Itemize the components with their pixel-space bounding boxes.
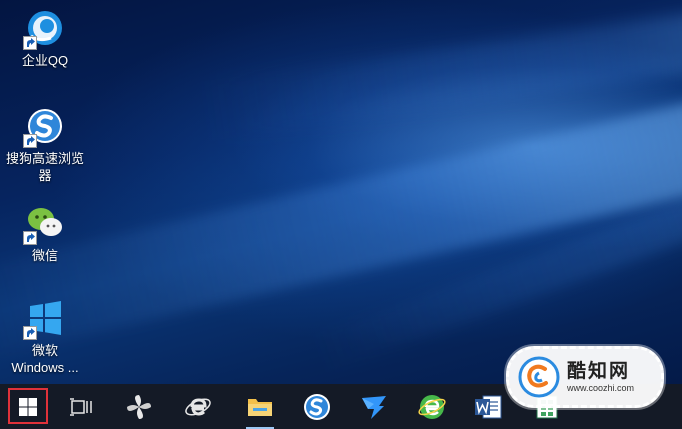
qq-icon <box>23 8 65 50</box>
light-beam <box>198 0 682 142</box>
shortcut-arrow-icon <box>23 231 37 245</box>
desktop-icon-microsoft-windows[interactable]: 微软 Windows ... <box>0 298 90 376</box>
coozhi-logo-icon <box>518 356 560 398</box>
taskbar-app-pinwheel[interactable] <box>115 384 163 429</box>
taskbar-dingtalk[interactable] <box>350 384 398 429</box>
sogou-browser-icon <box>304 393 330 420</box>
desktop-background: 企业QQ 搜狗高速浏览 器 微信 微软 Windows ... <box>0 0 682 384</box>
taskbar-sogou-browser[interactable] <box>293 384 341 429</box>
folder-icon <box>248 398 272 416</box>
dingtalk-icon <box>362 395 386 419</box>
shortcut-arrow-icon <box>23 134 37 148</box>
taskbar-file-explorer[interactable] <box>236 384 284 429</box>
internet-explorer-icon <box>185 397 211 416</box>
desktop-icon-label: 微信 <box>31 248 58 263</box>
shortcut-arrow-icon <box>23 36 37 50</box>
word-icon <box>475 395 502 418</box>
shortcut-arrow-icon <box>23 326 37 340</box>
desktop-icon-label: 搜狗高速浏览 器 <box>5 151 84 183</box>
watermark-title: 酷知网 <box>567 360 631 382</box>
taskbar-internet-explorer[interactable] <box>174 384 222 429</box>
windows-logo-icon <box>23 298 65 340</box>
task-view-button[interactable] <box>58 384 106 429</box>
desktop-icon-sogou-browser[interactable]: 搜狗高速浏览 器 <box>0 106 90 184</box>
wechat-icon <box>23 203 65 245</box>
task-view-icon <box>70 397 92 416</box>
light-beam <box>0 91 682 359</box>
pinwheel-icon <box>127 394 151 419</box>
desktop-icon-qq[interactable]: 企业QQ <box>0 8 90 69</box>
sogou-browser-icon <box>23 106 65 148</box>
taskbar-360-browser[interactable] <box>408 384 456 429</box>
desktop-icon-label: 企业QQ <box>21 53 69 68</box>
360-browser-icon <box>418 394 446 419</box>
watermark-url: www.coozhi.com <box>567 382 635 393</box>
taskbar-word[interactable] <box>464 384 512 429</box>
light-beam <box>308 165 682 375</box>
desktop-icon-wechat[interactable]: 微信 <box>0 203 90 264</box>
watermark: 酷知网 www.coozhi.com <box>506 346 664 408</box>
start-button-highlight <box>8 388 48 424</box>
desktop-icon-label: 微软 Windows ... <box>11 343 79 375</box>
